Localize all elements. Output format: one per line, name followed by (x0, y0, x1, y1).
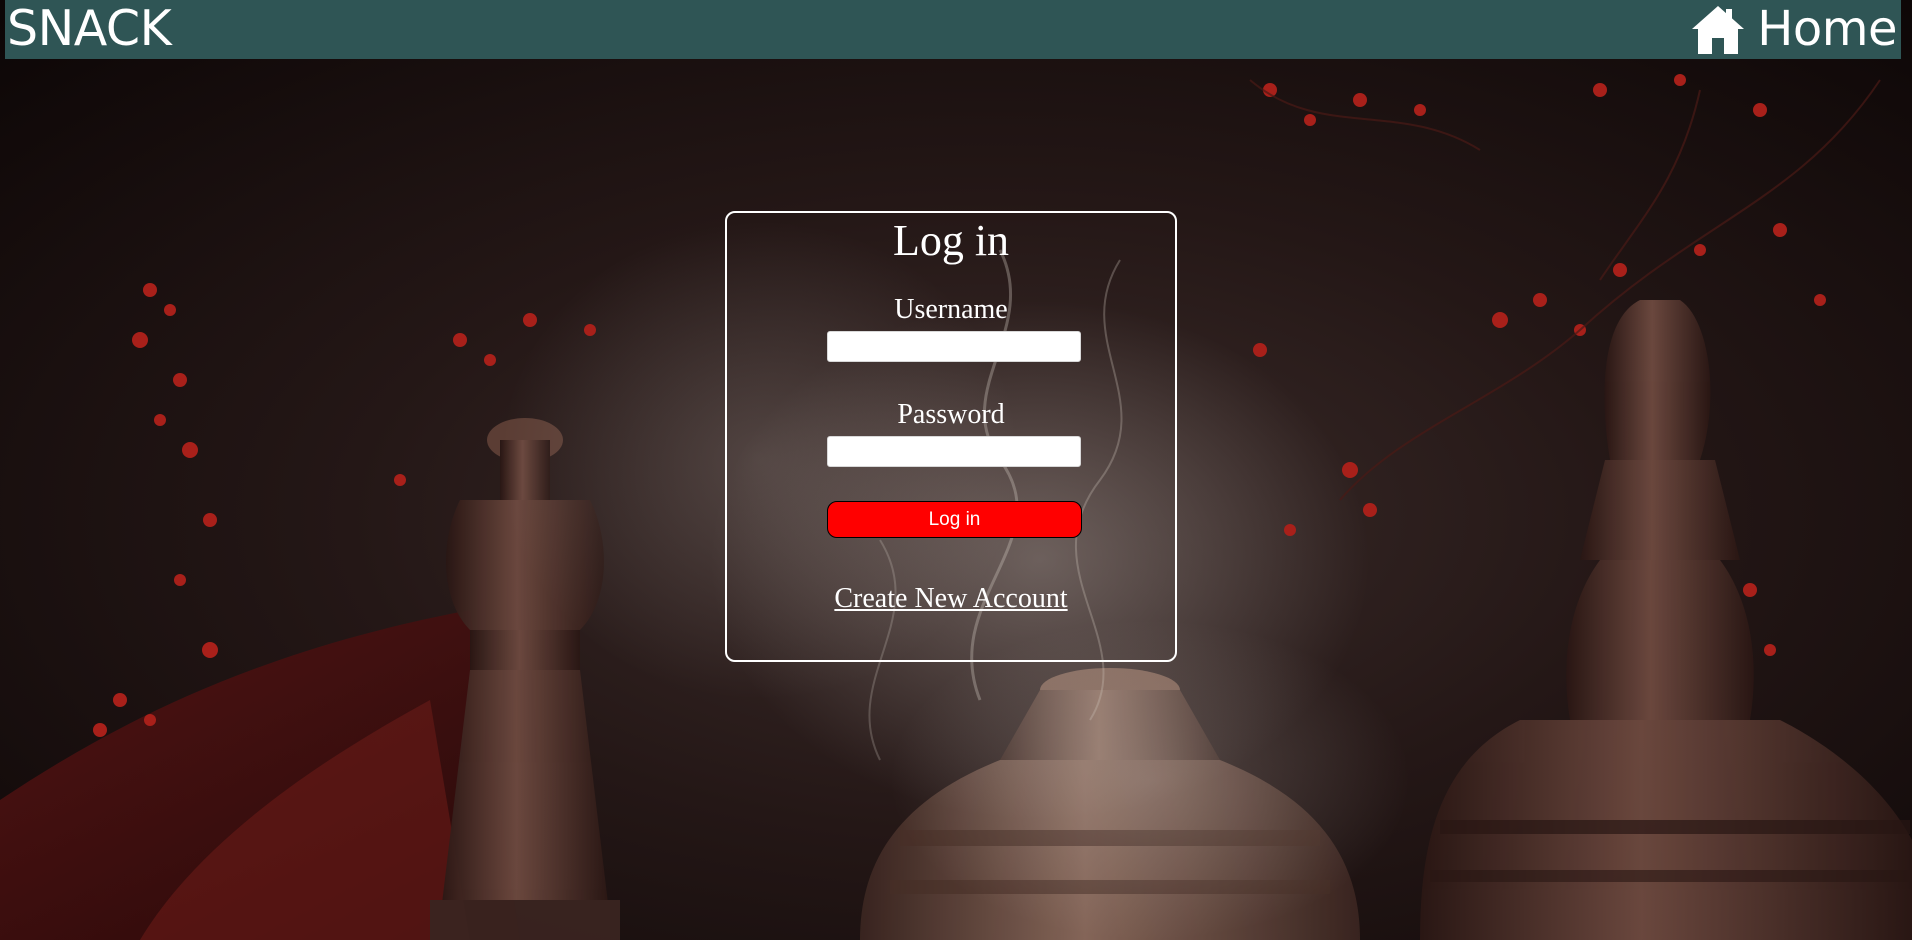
top-navigation-bar: SNACK Home (5, 0, 1901, 59)
brand-logo[interactable]: SNACK (7, 0, 172, 60)
password-label: Password (897, 399, 1005, 430)
home-link[interactable]: Home (1689, 0, 1897, 59)
login-page: SNACK Home Log in Username Password Log … (0, 0, 1912, 940)
create-account-link[interactable]: Create New Account (727, 582, 1175, 616)
login-title: Log in (892, 216, 1010, 265)
username-input[interactable] (827, 331, 1081, 362)
home-link-label: Home (1757, 1, 1897, 57)
home-icon (1689, 3, 1747, 57)
login-form: Log in Username Password Log in Create N… (725, 211, 1177, 662)
password-input[interactable] (827, 436, 1081, 467)
login-button[interactable]: Log in (827, 501, 1082, 538)
username-label: Username (894, 294, 1008, 325)
